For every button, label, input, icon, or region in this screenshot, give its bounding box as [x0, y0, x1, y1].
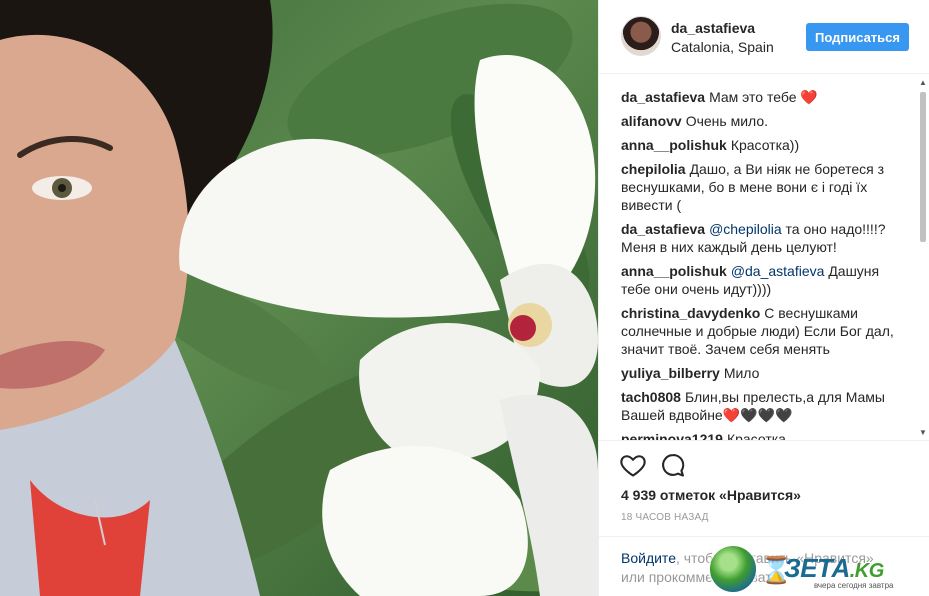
comment-text: Мам это тебе ❤️ — [709, 89, 818, 105]
scroll-up-arrow-icon[interactable]: ▲ — [918, 78, 928, 88]
comment-item: tach0808 Блин,вы прелесть,а для Мамы Ваше… — [621, 388, 901, 424]
comment-list: da_astafieva Мам это тебе ❤️ alifanovv Очен… — [621, 88, 901, 440]
hourglass-icon: ⌛ — [760, 555, 793, 585]
scrollbar-thumb[interactable] — [920, 92, 926, 242]
comment-username[interactable]: yuliya_bilberry — [621, 365, 720, 381]
comment-username[interactable]: chepilolia — [621, 161, 686, 177]
comment-item: chepilolia Дашо, а Ви ніяк не боретеся з … — [621, 160, 901, 214]
comment-username[interactable]: tach0808 — [621, 389, 681, 405]
comment-username[interactable]: da_astafieva — [621, 221, 705, 237]
comment-item: alifanovv Очень мило. — [621, 112, 901, 130]
comments-scrollbar[interactable]: ▲ ▼ — [918, 78, 928, 438]
comment-text: Очень мило. — [685, 113, 769, 129]
post-timestamp[interactable]: 18 ЧАСОВ НАЗАД — [621, 512, 709, 523]
comment-username[interactable]: christina_davydenko — [621, 305, 760, 321]
comment-username[interactable]: anna__polishuk — [621, 137, 727, 153]
comment-item: anna__polishuk Красотка)) — [621, 136, 901, 154]
comment-item: da_astafieva Мам это тебе ❤️ — [621, 88, 901, 106]
watermark-brand: ЗЕТА.KG — [784, 553, 884, 584]
login-link[interactable]: Войдите — [621, 550, 676, 566]
watermark-tagline: вчера сегодня завтра — [814, 581, 894, 590]
comment-text: Мило — [723, 365, 760, 381]
comment-item: christina_davydenko С веснушками солнечны… — [621, 304, 901, 358]
comment-username[interactable]: da_astafieva — [621, 89, 705, 105]
comment-text: Красотка — [726, 431, 786, 440]
watermark-brand-name: ЗЕТА — [784, 553, 850, 583]
comment-text: Красотка)) — [730, 137, 800, 153]
comment-bubble-icon[interactable] — [659, 451, 687, 479]
likes-count[interactable]: 4 939 отметок «Нравится» — [621, 487, 801, 503]
post-photo[interactable] — [0, 0, 598, 596]
follow-button[interactable]: Подписаться — [806, 23, 909, 51]
comment-item: anna__polishuk @da_astafieva Дашуня тебе … — [621, 262, 901, 298]
globe-logo-icon — [710, 546, 756, 592]
comment-item: da_astafieva @chepilolia та оно надо!!!!?… — [621, 220, 901, 256]
post-side-panel: da_astafieva Catalonia, Spain Подписатьс… — [598, 0, 929, 596]
post-actions: 4 939 отметок «Нравится» 18 ЧАСОВ НАЗАД — [599, 440, 929, 536]
comment-username[interactable]: alifanovv — [621, 113, 682, 129]
comment-mention[interactable]: @chepilolia — [709, 221, 782, 237]
post-location[interactable]: Catalonia, Spain — [671, 39, 774, 55]
heart-icon[interactable] — [619, 451, 647, 479]
post-author-username[interactable]: da_astafieva — [671, 20, 755, 36]
avatar[interactable] — [621, 16, 661, 56]
comment-username[interactable]: perminova1219 — [621, 431, 723, 440]
comments-section[interactable]: da_astafieva Мам это тебе ❤️ alifanovv Очен… — [599, 74, 929, 440]
scroll-down-arrow-icon[interactable]: ▼ — [918, 428, 928, 438]
photo-illustration — [0, 0, 598, 596]
comment-item: perminova1219 Красотка — [621, 430, 901, 440]
comment-username[interactable]: anna__polishuk — [621, 263, 727, 279]
comment-mention[interactable]: @da_astafieva — [731, 263, 825, 279]
post-header: da_astafieva Catalonia, Spain Подписатьс… — [599, 0, 929, 74]
site-watermark: ⌛ ЗЕТА.KG вчера сегодня завтра — [710, 543, 925, 593]
watermark-domain: .KG — [849, 560, 885, 582]
comment-item: yuliya_bilberry Мило — [621, 364, 901, 382]
